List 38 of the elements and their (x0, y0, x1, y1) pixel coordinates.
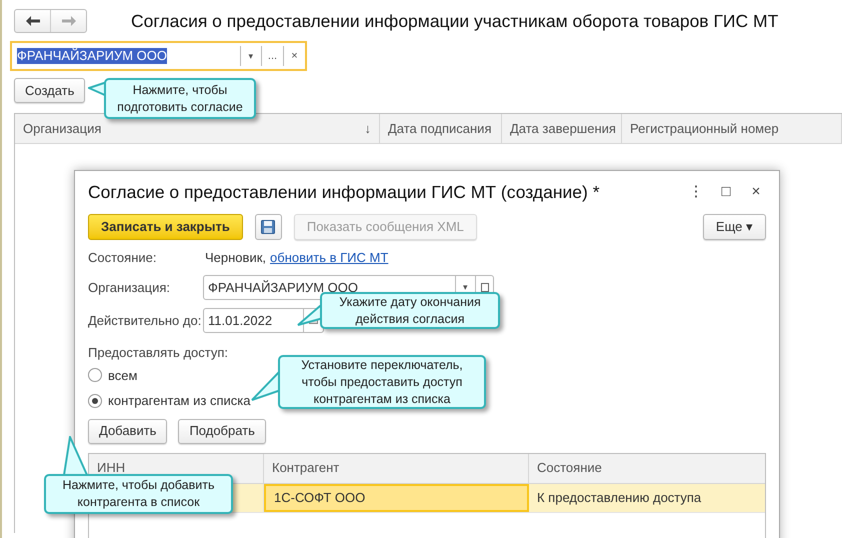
dialog-title: Согласие о предоставлении информации ГИС МТ (создание) * (88, 180, 600, 204)
clear-button[interactable]: × (283, 46, 305, 66)
choose-button[interactable]: ... (261, 46, 283, 66)
column-header[interactable]: Дата завершения (502, 114, 622, 144)
valid-until-label: Действительно до: (88, 312, 202, 330)
radio-button[interactable] (88, 368, 102, 382)
field-value: 11.01.2022 (208, 312, 272, 330)
create-button[interactable]: Создать (14, 78, 86, 104)
more-button[interactable]: Еще ▾ (702, 214, 766, 240)
state-value: Черновик, (205, 249, 266, 268)
column-header[interactable]: Регистрационный номер (622, 114, 842, 144)
page-title: Согласия о предоставлении информации участникам оборота товаров ГИС МТ (131, 10, 778, 33)
field-value: ФРАНЧАЙЗАРИУМ ООО (17, 48, 167, 64)
state-label: Состояние: (88, 249, 158, 268)
maximize-button[interactable]: □ (718, 180, 734, 204)
radio-option[interactable]: всем (88, 366, 138, 385)
sort-arrow-icon: ↓ (364, 119, 371, 138)
column-header[interactable]: Контрагент (264, 454, 529, 482)
pick-button[interactable]: Подобрать (178, 418, 266, 444)
dropdown-button[interactable]: ▾ (240, 46, 261, 66)
organization-label: Организация: (88, 278, 172, 297)
access-label: Предоставлять доступ: (88, 344, 230, 362)
save-button[interactable] (254, 214, 282, 240)
more-menu-button[interactable]: ⋮ (688, 180, 704, 204)
hint-tooltip: Установите переключатель, чтобы предоставить доступ контрагентам из списка (250, 355, 486, 409)
hint-tooltip: Укажите дату окончания действия согласия (296, 292, 500, 329)
update-link[interactable]: обновить в ГИС МТ (270, 248, 388, 268)
save-and-close-button[interactable]: Записать и закрыть (88, 214, 243, 240)
column-header[interactable]: Дата подписания (380, 114, 502, 144)
column-header[interactable]: Состояние (529, 454, 765, 482)
organization-field[interactable]: ФРАНЧАЙЗАРИУМ ООО ▾ ... × (10, 41, 307, 72)
hint-tooltip: Нажмите, чтобы подготовить согласие (88, 78, 256, 119)
radio-option[interactable]: контрагентам из списка (88, 391, 250, 410)
table-cell-text: К предоставлению доступа (536, 488, 702, 507)
table-cell[interactable]: 1С-СОФТ ООО (264, 484, 529, 512)
add-button[interactable]: Добавить (88, 418, 168, 444)
close-button[interactable]: × (748, 180, 764, 204)
radio-button[interactable] (88, 394, 102, 408)
